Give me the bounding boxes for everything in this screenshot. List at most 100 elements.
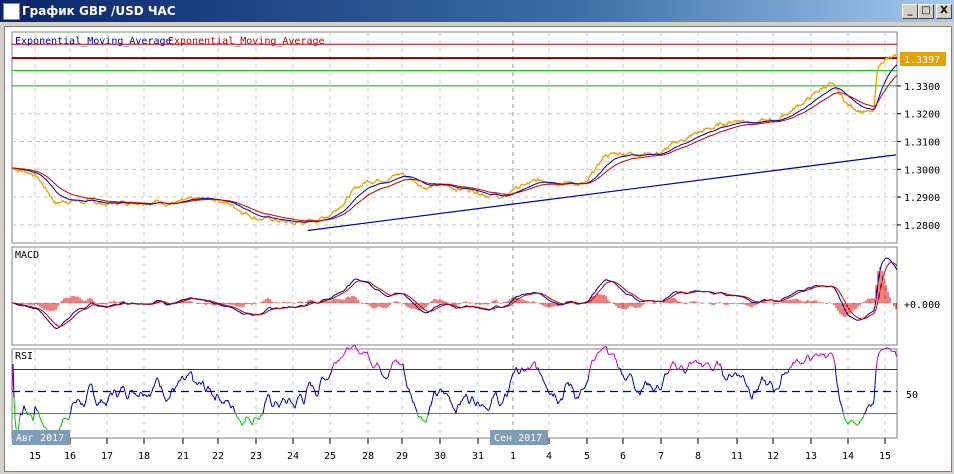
rsi-segment (136, 395, 139, 397)
rsi-segment (358, 352, 361, 355)
rsi-segment (658, 388, 661, 390)
rsi-segment (96, 404, 99, 407)
x-tick-label: 24 (287, 451, 299, 462)
x-tick-label: 15 (879, 451, 891, 462)
rsi-segment (324, 379, 327, 381)
rsi-segment (167, 398, 170, 400)
rsi-segment (339, 357, 342, 360)
rsi-segment (351, 345, 354, 348)
rsi-segment (352, 345, 355, 347)
macd-label: MACD (15, 250, 39, 261)
pane-frame-2 (11, 348, 898, 439)
rsi-segment (524, 369, 527, 372)
rsi-segment (641, 387, 644, 390)
rsi-segment (211, 394, 214, 397)
x-tick-label: 31 (472, 451, 484, 462)
rsi-segment (691, 362, 694, 364)
rsi-label: RSI (15, 351, 33, 362)
rsi-segment (255, 417, 258, 419)
rsi-segment (116, 395, 119, 398)
rsi-segment (736, 374, 739, 377)
rsi-segment (143, 393, 146, 396)
rsi-segment (272, 405, 275, 407)
rsi-segment (880, 349, 883, 351)
price-tick-label: 1.3000 (904, 165, 940, 176)
price-tick-label: 1.3300 (904, 82, 940, 93)
rsi-segment (629, 373, 632, 375)
rsi-segment (135, 394, 138, 396)
rsi-segment (146, 395, 149, 397)
rsi-segment (724, 378, 727, 381)
price-tick-label: 1.3100 (904, 138, 940, 149)
x-tick-label: 17 (101, 451, 113, 462)
x-tick-label: 7 (658, 451, 664, 462)
rsi-segment (654, 388, 657, 390)
rsi-segment (793, 362, 796, 364)
rsi-segment (316, 395, 319, 397)
rsi-segment (385, 377, 388, 380)
rsi-segment (558, 400, 561, 403)
rsi-segment (883, 348, 886, 350)
rsi-segment (193, 381, 196, 383)
rsi-segment (242, 421, 245, 424)
rsi-segment (786, 372, 789, 374)
price-tick-label: 1.2800 (904, 221, 940, 232)
rsi-segment (267, 393, 270, 396)
rsi-segment (602, 346, 605, 349)
chart-svg: 1.3300 1.3200 1.3100 1.3000 1.2900 1.2800 1.33… (11, 31, 946, 462)
rsi-segment (65, 417, 68, 420)
x-tick-label: 6 (620, 451, 626, 462)
rsi-segment (243, 421, 246, 423)
x-tick-label: 5 (584, 451, 590, 462)
x-tick-label: 12 (767, 451, 779, 462)
rsi-segment (350, 346, 353, 349)
rsi-segment (500, 403, 503, 405)
rsi-segment (283, 399, 286, 401)
pane-frame-1 (11, 246, 898, 346)
rsi-segment (853, 422, 856, 424)
price-tick-label: 1.3200 (904, 110, 940, 121)
rsi-segment (890, 350, 893, 352)
rsi-segment (753, 391, 756, 394)
x-tick-label: 30 (434, 451, 446, 462)
x-tick-label: 14 (842, 451, 854, 462)
rsi-segment (777, 387, 780, 390)
x-tick-label: 22 (212, 451, 224, 462)
x-tick-label: 8 (695, 451, 701, 462)
rsi-segment (62, 417, 65, 420)
rsi-segment (599, 349, 602, 352)
rsi-mid-label: 50 (906, 390, 918, 401)
rsi-segment (528, 367, 531, 370)
rsi-segment (381, 374, 384, 377)
rsi-segment (67, 418, 70, 421)
rsi-segment (237, 418, 240, 420)
rsi-segment (487, 409, 490, 411)
legend-ema-slow: Exponential_Moving_Average (168, 36, 325, 47)
rsi-segment (256, 417, 259, 420)
x-tick-label: 15 (29, 451, 41, 462)
rsi-segment (581, 388, 584, 390)
rsi-segment (452, 407, 455, 410)
rsi-segment (468, 402, 471, 405)
rsi-segment (340, 356, 343, 359)
x-tick-label: 13 (805, 451, 817, 462)
legend-ema-fast: Exponential_Moving_Average (15, 36, 172, 47)
rsi-segment (609, 353, 612, 355)
rsi-segment (762, 379, 765, 381)
x-tick-label: 25 (324, 451, 336, 462)
rsi-segment (729, 374, 732, 377)
rsi-segment (828, 352, 831, 355)
rsi-segment (710, 368, 713, 371)
rsi-segment (481, 403, 484, 406)
month-label: Сен 2017 (494, 433, 542, 444)
month-label: Авг 2017 (16, 433, 64, 444)
x-tick-label: 18 (138, 451, 150, 462)
rsi-segment (152, 386, 155, 389)
x-tick-label: 11 (731, 451, 743, 462)
last-price-label: 1.3397 (904, 55, 940, 66)
macd-zero-label: +0.000 (904, 300, 940, 311)
rsi-segment (549, 393, 552, 396)
rsi-segment (491, 397, 494, 399)
rsi-segment (246, 416, 249, 419)
rsi-segment (775, 388, 778, 390)
